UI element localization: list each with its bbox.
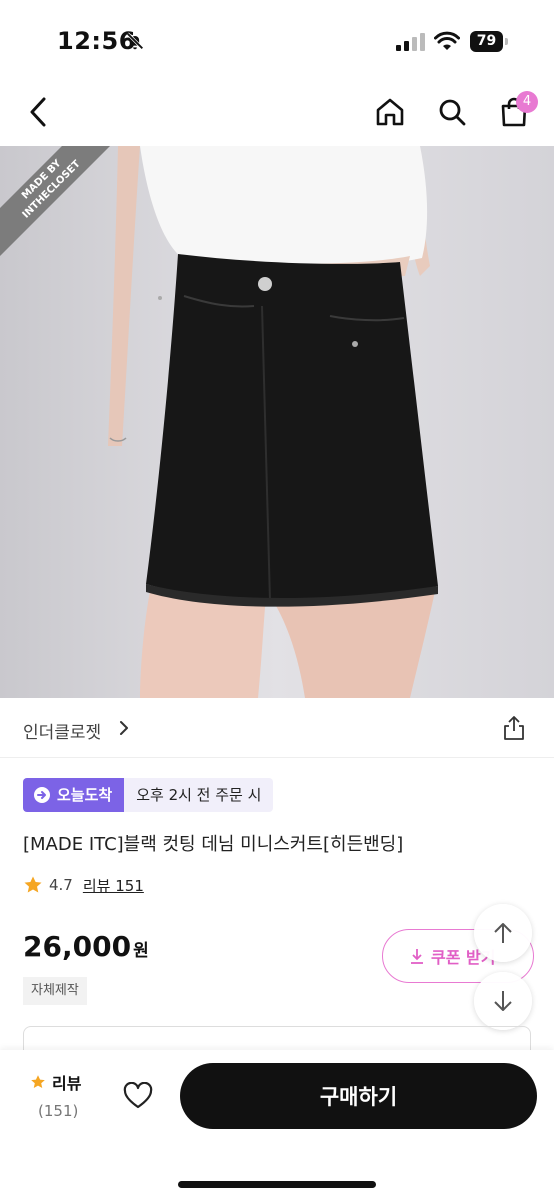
signal-icon <box>396 33 425 51</box>
price-unit: 원 <box>133 941 149 961</box>
arrow-down-icon <box>494 991 512 1011</box>
review-summary-label: 리뷰 <box>52 1074 82 1093</box>
bell-off-icon <box>126 32 144 50</box>
self-made-tag: 자체제작 <box>23 977 87 1005</box>
buy-button[interactable]: 구매하기 <box>180 1063 537 1129</box>
price: 26,000 원 <box>23 930 149 963</box>
product-image[interactable]: MADE BY INTHECLOSET <box>0 146 554 698</box>
scroll-down-button[interactable] <box>474 972 532 1030</box>
heart-icon <box>123 1082 153 1109</box>
home-icon <box>376 98 404 126</box>
price-value: 26,000 <box>23 930 132 963</box>
delivery-tag: 오늘도착 <box>23 778 125 812</box>
scroll-up-button[interactable] <box>474 904 532 962</box>
home-indicator <box>178 1181 376 1188</box>
battery-level: 79 <box>470 31 503 52</box>
search-button[interactable] <box>432 92 472 132</box>
bottom-action-bar: 리뷰 (151) 구매하기 <box>0 1050 554 1200</box>
search-icon <box>439 99 466 126</box>
battery-indicator: 79 <box>470 31 508 52</box>
rating-row: 4.7 리뷰 151 <box>23 873 144 897</box>
delivery-badge: 오늘도착 오후 2시 전 주문 시 <box>23 778 274 812</box>
wifi-icon <box>434 31 460 50</box>
share-button[interactable] <box>500 714 528 742</box>
chevron-right-icon <box>120 721 128 735</box>
wishlist-button[interactable] <box>120 1078 156 1114</box>
review-link[interactable]: 리뷰 151 <box>83 875 144 896</box>
review-summary[interactable]: 리뷰 (151) <box>30 1070 100 1120</box>
cart-count-badge: 4 <box>516 91 538 113</box>
share-icon <box>504 716 524 740</box>
product-photo <box>0 146 554 698</box>
review-summary-count: (151) <box>38 1102 79 1120</box>
star-icon <box>31 1075 45 1088</box>
home-button[interactable] <box>370 92 410 132</box>
back-button[interactable] <box>18 92 58 132</box>
back-icon <box>30 97 46 127</box>
delivery-note: 오후 2시 전 주문 시 <box>124 778 274 812</box>
delivery-tag-label: 오늘도착 <box>57 786 113 804</box>
delivery-icon <box>34 787 50 803</box>
download-icon <box>411 949 423 964</box>
arrow-up-icon <box>494 923 512 943</box>
product-title: [MADE ITC]블랙 컷팅 데님 미니스커트[히든밴딩] <box>23 834 404 855</box>
rating-score: 4.7 <box>49 876 73 894</box>
top-nav-bar <box>0 80 554 146</box>
status-bar: 12:56 79 <box>0 0 554 80</box>
brand-row: 인더클로젯 <box>0 698 554 758</box>
star-icon <box>24 876 42 893</box>
brand-link[interactable]: 인더클로젯 <box>23 718 101 743</box>
